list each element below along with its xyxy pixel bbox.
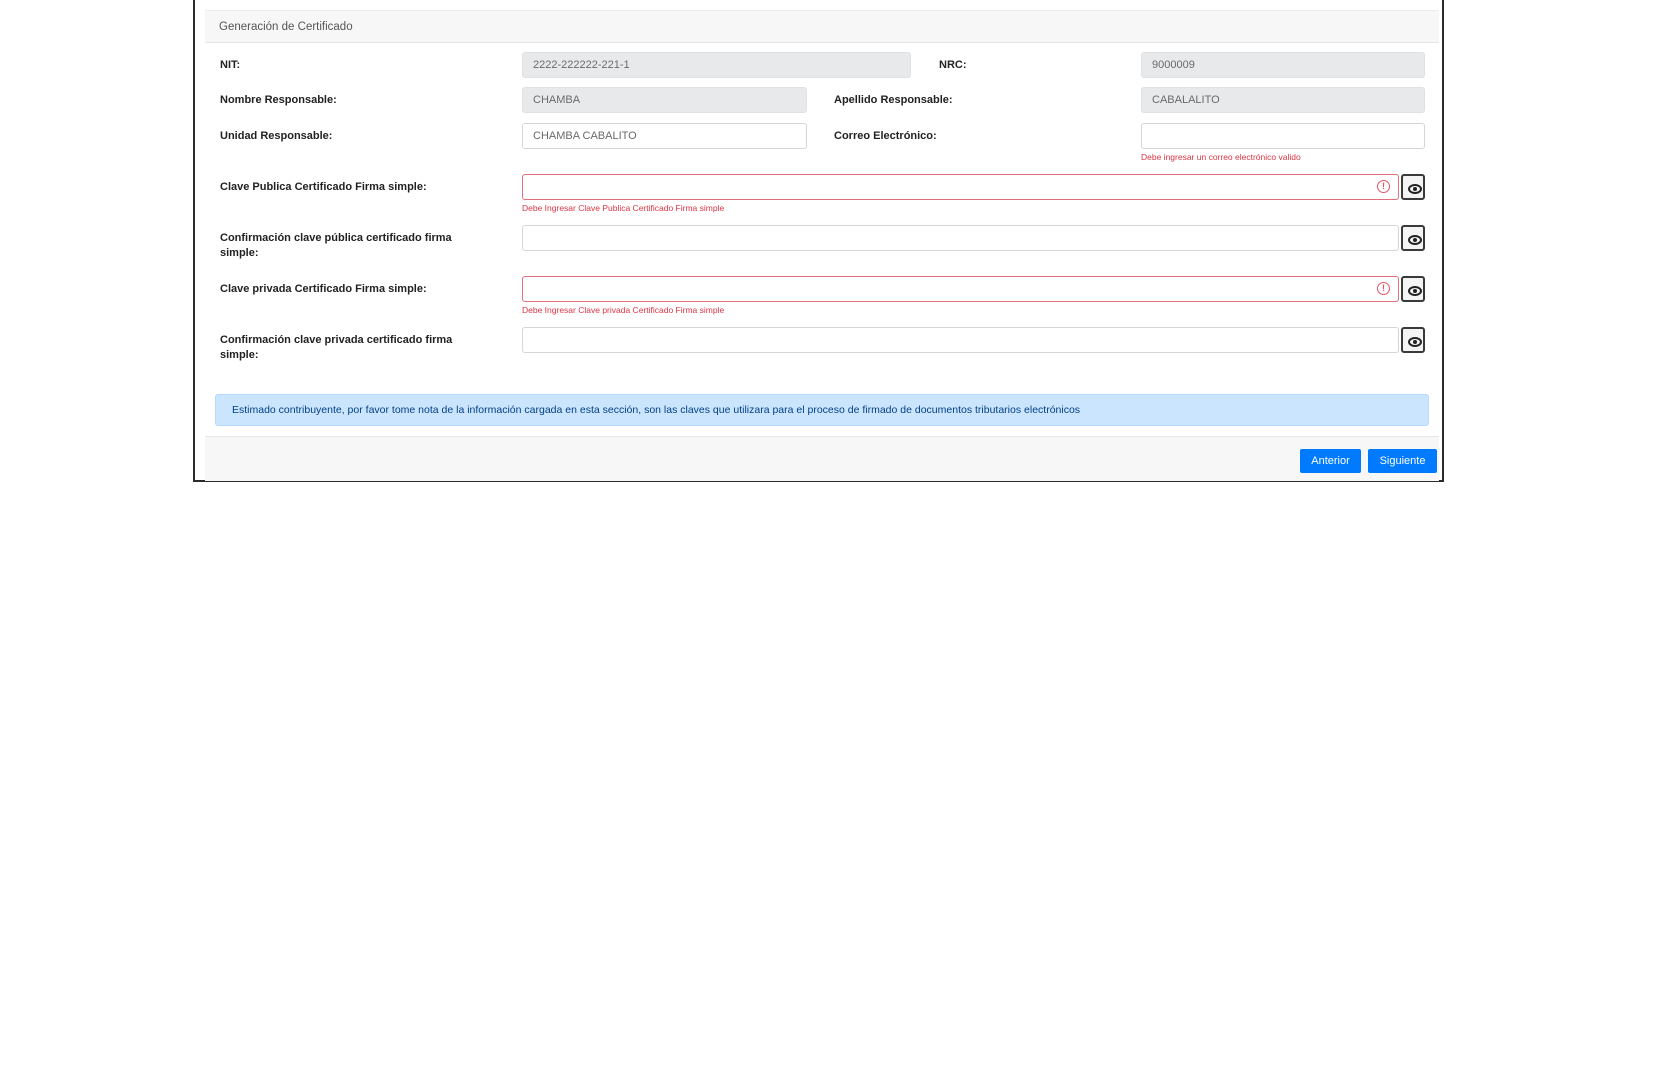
clave-publica-input[interactable]: !	[522, 174, 1399, 200]
confirm-clave-publica-label: Confirmación clave pública certificado f…	[220, 232, 452, 259]
certificate-modal: Generación de Certificado NIT: 2222-2222…	[193, 0, 1444, 482]
clave-privada-label: Clave privada Certificado Firma simple:	[220, 283, 427, 295]
modal-footer: Anterior Siguiente	[205, 436, 1439, 481]
clave-privada-input[interactable]: !	[522, 276, 1399, 302]
eye-icon	[1408, 235, 1422, 245]
eye-icon	[1408, 286, 1422, 296]
eye-icon	[1408, 337, 1422, 347]
confirm-clave-privada-input[interactable]	[522, 327, 1399, 353]
siguiente-button[interactable]: Siguiente	[1368, 449, 1437, 473]
clave-publica-label: Clave Publica Certificado Firma simple:	[220, 181, 427, 193]
clave-privada-error: Debe Ingresar Clave privada Certificado …	[522, 305, 725, 315]
correo-label: Correo Electrónico:	[834, 130, 937, 142]
confirm-clave-publica-input[interactable]	[522, 225, 1399, 251]
nombre-responsable-label: Nombre Responsable:	[220, 94, 337, 106]
toggle-confirm-clave-publica-button[interactable]	[1401, 225, 1425, 251]
confirm-clave-privada-label: Confirmación clave privada certificado f…	[220, 334, 453, 361]
anterior-button[interactable]: Anterior	[1300, 449, 1361, 473]
toggle-clave-publica-button[interactable]	[1401, 174, 1425, 200]
info-alert: Estimado contribuyente, por favor tome n…	[215, 394, 1429, 426]
nit-field[interactable]: 2222-222222-221-1	[522, 52, 911, 78]
nrc-label: NRC:	[939, 59, 967, 71]
nit-label: NIT:	[220, 59, 241, 71]
eye-icon	[1408, 184, 1422, 194]
card-header-title: Generación de Certificado	[205, 10, 1439, 43]
correo-error: Debe ingresar un correo electrónico vali…	[1141, 152, 1301, 162]
nombre-responsable-field[interactable]: CHAMBA	[522, 87, 807, 113]
apellido-responsable-field[interactable]: CABALALITO	[1141, 87, 1425, 113]
unidad-responsable-label: Unidad Responsable:	[220, 130, 333, 142]
exclamation-circle-icon: !	[1377, 282, 1390, 295]
apellido-responsable-label: Apellido Responsable:	[834, 94, 953, 106]
clave-publica-error: Debe Ingresar Clave Publica Certificado …	[522, 203, 725, 213]
nrc-field[interactable]: 9000009	[1141, 52, 1425, 78]
exclamation-circle-icon: !	[1377, 180, 1390, 193]
toggle-confirm-clave-privada-button[interactable]	[1401, 327, 1425, 353]
toggle-clave-privada-button[interactable]	[1401, 276, 1425, 302]
correo-field[interactable]	[1141, 123, 1425, 149]
unidad-responsable-field[interactable]: CHAMBA CABALITO	[522, 123, 807, 149]
